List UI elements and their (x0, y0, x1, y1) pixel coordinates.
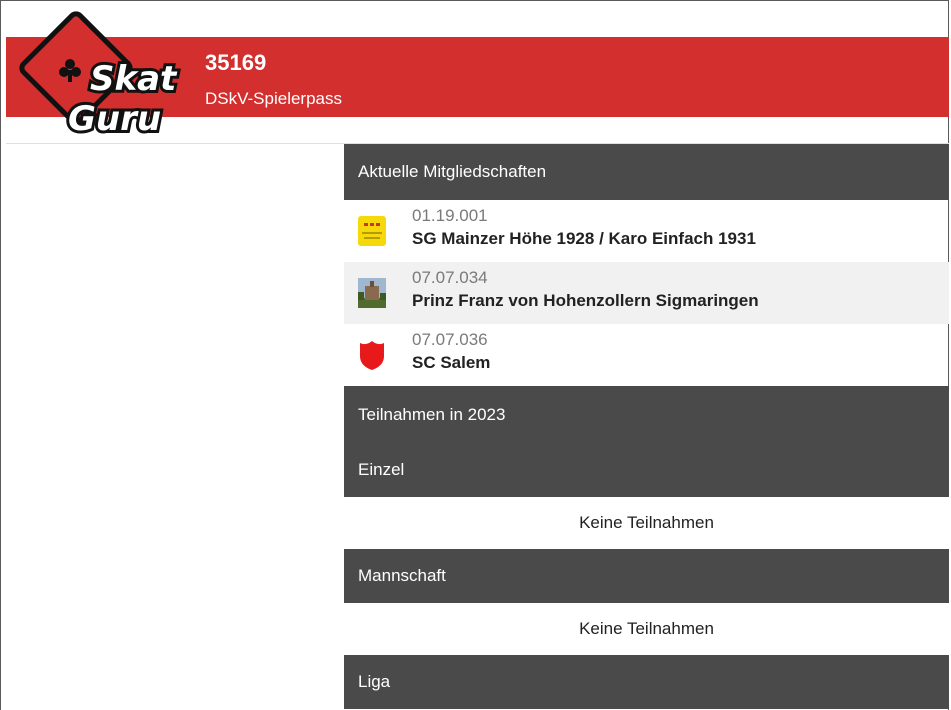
membership-item[interactable]: 01.19.001 SG Mainzer Höhe 1928 / Karo Ei… (344, 200, 949, 262)
skat-guru-logo[interactable]: Skat Guru (18, 8, 198, 138)
memberships-heading: Aktuelle Mitgliedschaften (344, 144, 949, 200)
membership-club-name: SG Mainzer Höhe 1928 / Karo Einfach 1931 (412, 229, 756, 248)
page-subtitle: DSkV-Spielerpass (205, 89, 343, 108)
section-heading-einzel: Einzel (344, 443, 949, 497)
membership-item[interactable]: 07.07.036 SC Salem (344, 324, 949, 386)
player-id: 35169 (205, 50, 267, 75)
section-heading-liga: Liga (344, 655, 949, 709)
castle-photo-icon (358, 278, 386, 308)
yellow-club-crest-icon (358, 216, 386, 246)
red-shield-icon (360, 341, 384, 370)
logo-text-skat: Skat (90, 59, 178, 99)
empty-state-einzel: Keine Teilnahmen (344, 497, 949, 549)
membership-item[interactable]: 07.07.034 Prinz Franz von Hohenzollern S… (344, 262, 949, 324)
membership-code: 07.07.034 (412, 268, 488, 287)
membership-code: 07.07.036 (412, 330, 488, 349)
membership-club-name: SC Salem (412, 353, 491, 372)
player-content: Aktuelle Mitgliedschaften 01.19.001 SG M… (344, 144, 949, 710)
logo-text-guru: Guru (68, 99, 161, 138)
section-heading-mannschaft: Mannschaft (344, 549, 949, 603)
membership-code: 01.19.001 (412, 206, 488, 225)
membership-club-name: Prinz Franz von Hohenzollern Sigmaringen (412, 291, 759, 310)
participation-heading: Teilnahmen in 2023 (344, 386, 949, 443)
empty-state-mannschaft: Keine Teilnahmen (344, 603, 949, 655)
